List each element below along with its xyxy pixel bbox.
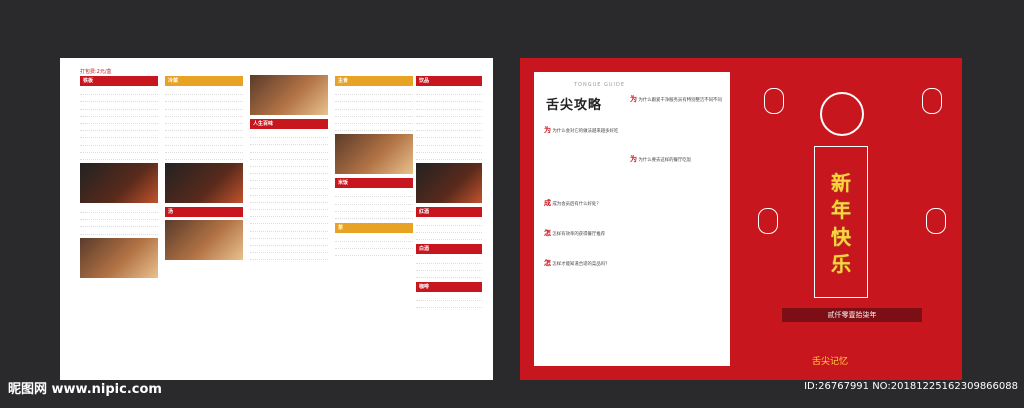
dish-photo	[80, 162, 158, 203]
guide-item: 成 成为会员后有什么好处？	[544, 199, 601, 208]
guide-item: 为 为什么会对它的做法越来越多好吃	[544, 126, 619, 135]
section-header: 铁板	[80, 76, 158, 86]
section-header: 人生百味	[250, 119, 328, 129]
dog-emblem-icon	[820, 92, 864, 136]
section-header: 冷菜	[165, 76, 243, 86]
section-header: 主食	[335, 76, 413, 86]
dish-photo	[335, 134, 413, 175]
lantern-icon	[922, 88, 942, 114]
section-header: 咖啡	[416, 282, 482, 292]
guide-item: 为 为什么跟爱干净服务员有特别整洁不同不同	[630, 95, 722, 104]
dish-photo	[165, 219, 243, 260]
menu-left-page: 打包费:2元/盒 铁板 冷菜 汤 人生百味 主食 米饭 茶 饮品 红酒 白酒 咖…	[60, 58, 493, 380]
section-header: 白酒	[416, 244, 482, 255]
section-header: 米饭	[335, 178, 413, 189]
lantern-icon	[764, 88, 784, 114]
lantern-icon	[758, 208, 778, 234]
drink-photo	[416, 162, 482, 203]
menu-column-3: 人生百味	[250, 72, 328, 261]
cover-brand: 舌尖记忆	[812, 357, 849, 367]
menu-column-4: 主食 米饭 茶	[335, 72, 413, 257]
lantern-icon	[926, 208, 946, 234]
cover-subtitle: 贰仟零壹拾柒年	[782, 308, 922, 322]
section-header: 汤	[165, 206, 243, 217]
dish-photo	[165, 162, 243, 203]
guide-item: 为 为什么要去这样的餐厅吃饭	[630, 155, 692, 164]
dish-photo	[250, 75, 328, 115]
menu-column-1: 铁板	[80, 72, 158, 281]
cover-title: 新年快乐	[831, 171, 851, 276]
section-header: 茶	[335, 222, 413, 233]
section-header: 饮品	[416, 76, 482, 86]
dish-photo	[80, 237, 158, 278]
guide-item: 怎 怎样有效率的获得餐厅推荐	[544, 229, 606, 238]
guide-label: TONGUE GUIDE	[574, 82, 626, 88]
menu-column-2: 冷菜 汤	[165, 72, 243, 263]
guide-title: 舌尖攻略	[546, 98, 603, 113]
site-watermark: 昵图网 www.nipic.com	[8, 382, 162, 397]
section-header: 红酒	[416, 206, 482, 217]
tongue-guide-page: TONGUE GUIDE 舌尖攻略 为 为什么跟爱干净服务员有特别整洁不同不同 …	[520, 58, 742, 380]
guide-item: 怎 怎样才能知道合适的菜品吗？	[544, 259, 610, 268]
image-id-watermark: ID:26767991 NO:20181225162309866088	[804, 381, 1018, 392]
cover-page: 新年快乐 贰仟零壹拾柒年 舌尖记忆	[742, 58, 962, 380]
menu-column-5: 饮品 红酒 白酒 咖啡	[416, 72, 482, 309]
